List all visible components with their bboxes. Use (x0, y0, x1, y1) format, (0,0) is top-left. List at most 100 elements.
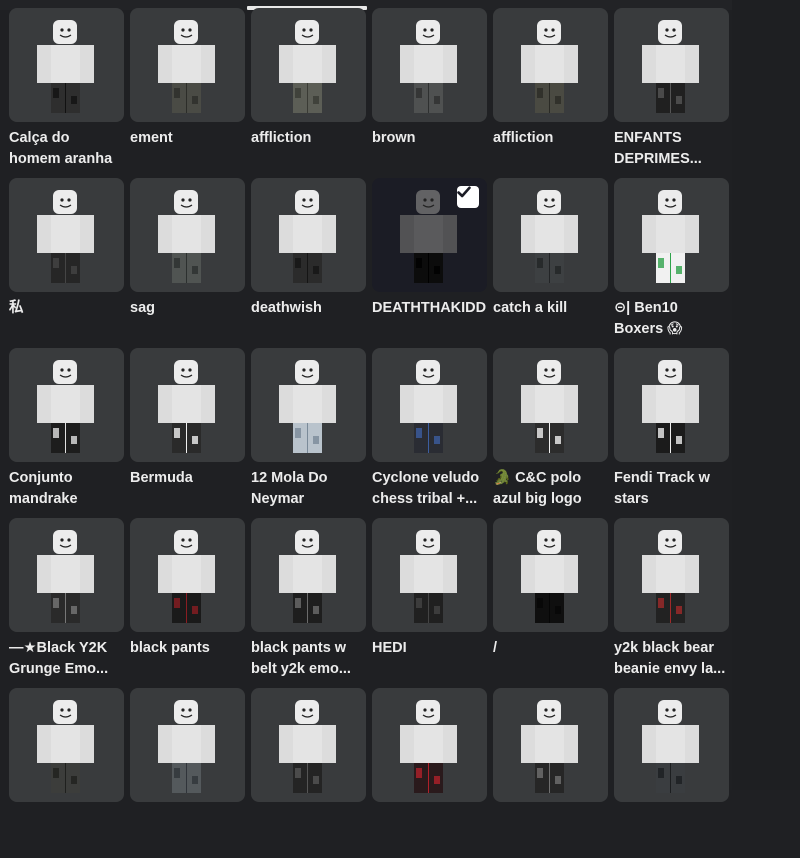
inventory-item[interactable]: Fendi Track w stars (614, 348, 729, 518)
inventory-item[interactable]: / (493, 518, 608, 688)
inventory-item[interactable]: affliction (493, 8, 608, 178)
inventory-item[interactable] (614, 688, 729, 858)
item-thumbnail[interactable] (614, 688, 729, 802)
item-thumbnail[interactable] (493, 348, 608, 462)
item-thumbnail[interactable] (9, 178, 124, 292)
item-thumbnail[interactable] (493, 518, 608, 632)
item-name: HEDI (372, 640, 407, 656)
item-thumbnail[interactable] (372, 8, 487, 122)
inventory-item[interactable] (372, 688, 487, 858)
item-name: ⊝| Ben10 Boxers 😱 (614, 300, 683, 337)
inventory-item[interactable]: Bermuda (130, 348, 245, 518)
item-thumbnail[interactable] (251, 348, 366, 462)
item-thumbnail[interactable] (251, 688, 366, 802)
item-thumbnail[interactable] (372, 518, 487, 632)
inventory-item[interactable]: DEATHTHAKIDD (372, 178, 487, 348)
inventory-item[interactable]: ENFANTS DEPRIMES... (614, 8, 729, 178)
item-name: ENFANTS DEPRIMES... (614, 130, 702, 167)
item-thumbnail[interactable] (372, 178, 487, 292)
avatar-figure (37, 20, 94, 113)
avatar-figure (400, 700, 457, 793)
item-name: 12 Mola Do Neymar (251, 470, 328, 507)
item-thumbnail[interactable] (130, 348, 245, 462)
avatar-figure (400, 360, 457, 453)
inventory-item[interactable]: 🐊 C&C polo azul big logo (493, 348, 608, 518)
inventory-item[interactable]: catch a kill (493, 178, 608, 348)
item-thumbnail[interactable] (493, 8, 608, 122)
avatar-figure (521, 700, 578, 793)
item-name: brown (372, 130, 416, 146)
inventory-item[interactable] (130, 688, 245, 858)
avatar-figure (37, 360, 94, 453)
item-name: —★Black Y2K Grunge Emo... (9, 640, 109, 677)
inventory-item[interactable]: HEDI (372, 518, 487, 688)
item-thumbnail[interactable] (493, 688, 608, 802)
avatar-figure (642, 20, 699, 113)
avatar-figure (279, 360, 336, 453)
avatar-figure (400, 20, 457, 113)
inventory-item[interactable]: Cyclone veludo chess tribal +... (372, 348, 487, 518)
avatar-figure (158, 700, 215, 793)
inventory-item[interactable]: black pants (130, 518, 245, 688)
item-thumbnail[interactable] (9, 688, 124, 802)
item-name: Cyclone veludo chess tribal +... (372, 470, 480, 507)
item-name: ement (130, 130, 173, 146)
item-name: sag (130, 300, 155, 316)
inventory-item[interactable]: brown (372, 8, 487, 178)
inventory-item[interactable]: 12 Mola Do Neymar (251, 348, 366, 518)
item-thumbnail[interactable] (9, 518, 124, 632)
inventory-item[interactable]: Calça do homem aranha (9, 8, 124, 178)
inventory-item[interactable]: black pants w belt y2k emo... (251, 518, 366, 688)
avatar-figure (521, 190, 578, 283)
item-name: Conjunto mandrake (9, 470, 78, 507)
inventory-item[interactable]: y2k black bear beanie envy la... (614, 518, 729, 688)
inventory-item[interactable]: affliction (251, 8, 366, 178)
item-name: y2k black bear beanie envy la... (614, 640, 726, 677)
item-thumbnail[interactable] (251, 178, 366, 292)
avatar-figure (521, 20, 578, 113)
avatar-figure (642, 190, 699, 283)
item-thumbnail[interactable] (9, 8, 124, 122)
inventory-item[interactable] (493, 688, 608, 858)
item-thumbnail[interactable] (9, 348, 124, 462)
item-thumbnail[interactable] (130, 688, 245, 802)
item-name: Calça do homem aranha (9, 130, 113, 167)
inventory-item[interactable]: ement (130, 8, 245, 178)
item-name: / (493, 640, 498, 656)
avatar-figure (158, 20, 215, 113)
item-thumbnail[interactable] (251, 8, 366, 122)
item-thumbnail[interactable] (130, 518, 245, 632)
inventory-item[interactable]: deathwish (251, 178, 366, 348)
inventory-item[interactable]: sag (130, 178, 245, 348)
avatar-figure (642, 360, 699, 453)
inventory-item[interactable]: Conjunto mandrake (9, 348, 124, 518)
avatar-figure (37, 190, 94, 283)
avatar-figure (158, 530, 215, 623)
inventory-item[interactable]: ⊝| Ben10 Boxers 😱 (614, 178, 729, 348)
item-thumbnail[interactable] (614, 348, 729, 462)
item-name: black pants (130, 640, 210, 656)
inventory-item[interactable]: 私 (9, 178, 124, 348)
item-thumbnail[interactable] (251, 518, 366, 632)
inventory-item[interactable] (9, 688, 124, 858)
inventory-item[interactable] (251, 688, 366, 858)
checkmark-icon[interactable] (457, 186, 479, 208)
item-name: affliction (251, 130, 312, 146)
inventory-item[interactable]: —★Black Y2K Grunge Emo... (9, 518, 124, 688)
item-name: deathwish (251, 300, 322, 316)
item-thumbnail[interactable] (493, 178, 608, 292)
item-name: 🐊 C&C polo azul big logo (493, 470, 582, 507)
item-thumbnail[interactable] (372, 348, 487, 462)
item-thumbnail[interactable] (614, 518, 729, 632)
item-thumbnail[interactable] (614, 8, 729, 122)
item-thumbnail[interactable] (130, 8, 245, 122)
item-name: black pants w belt y2k emo... (251, 640, 351, 677)
item-thumbnail[interactable] (614, 178, 729, 292)
item-thumbnail[interactable] (130, 178, 245, 292)
avatar-figure (37, 530, 94, 623)
side-panel (732, 0, 800, 790)
avatar-figure (158, 360, 215, 453)
item-name: catch a kill (493, 300, 568, 316)
item-name: 私 (9, 300, 24, 316)
item-thumbnail[interactable] (372, 688, 487, 802)
